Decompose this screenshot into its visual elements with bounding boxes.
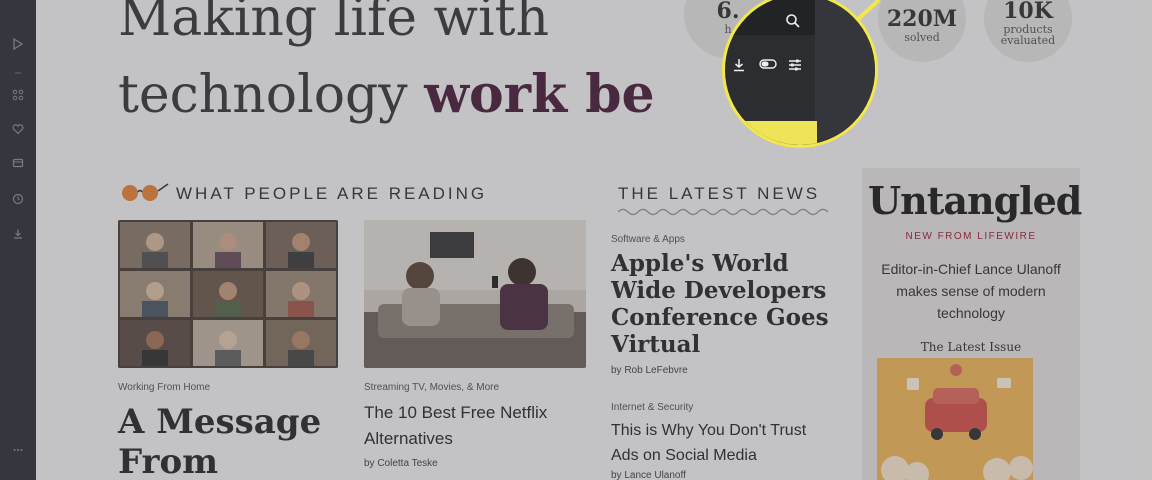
news-1-title-line-4: Virtual: [611, 331, 701, 358]
stat-circle-3: 10K products evaluated: [984, 0, 1072, 62]
grid-icon[interactable]: [12, 89, 24, 101]
wallet-icon[interactable]: [12, 157, 24, 169]
card-2-title[interactable]: The 10 Best Free Netflix Alternatives: [364, 400, 586, 452]
stat-2-label: solved: [904, 31, 940, 44]
divider-icon: [12, 67, 24, 79]
untangled-subtitle: NEW FROM LIFEWIRE: [905, 231, 1037, 242]
stat-3-value: 10K: [1003, 0, 1053, 24]
webpage: Making life with technology work be 6. h…: [36, 0, 1152, 480]
news-section-title: THE LATEST NEWS: [618, 184, 821, 203]
wavy-divider: [618, 208, 829, 216]
stat-circle-2: 220M solved: [878, 0, 966, 62]
stat-2-value: 220M: [886, 6, 958, 32]
magnified-yellow-strip: [725, 121, 817, 145]
card-1-image[interactable]: [118, 220, 338, 368]
play-icon[interactable]: [12, 37, 24, 51]
news-2-title-line-1: This is Why You Don't Trust: [611, 422, 807, 439]
browser-sidebar: [0, 0, 36, 480]
sliders-icon[interactable]: [787, 57, 803, 76]
card-2-image[interactable]: [364, 220, 586, 368]
hero-line-2: technology work be: [118, 64, 655, 125]
download-icon[interactable]: [731, 57, 747, 76]
card-2-byline[interactable]: by Coletta Teske: [364, 458, 438, 469]
download-icon[interactable]: [12, 228, 24, 240]
news-1-title-line-3: Conference Goes: [611, 304, 829, 331]
news-2-title[interactable]: This is Why You Don't Trust Ads on Socia…: [611, 418, 841, 468]
toggle-icon[interactable]: [759, 58, 777, 73]
news-2-kicker[interactable]: Internet & Security: [611, 402, 693, 413]
magnified-toolbar: [725, 0, 815, 35]
hero-line-2-bold: work be: [424, 64, 655, 125]
untangled-logo: Untangled: [868, 178, 1082, 223]
more-icon[interactable]: [12, 444, 24, 456]
magnifier-callout: [722, 0, 878, 148]
news-2-byline[interactable]: by Lance Ulanoff: [611, 470, 686, 480]
news-1-kicker[interactable]: Software & Apps: [611, 234, 685, 245]
search-icon[interactable]: [785, 13, 801, 32]
untangled-latest-issue: The Latest Issue: [920, 340, 1022, 354]
hero-line-1: Making life with: [118, 0, 550, 48]
page: Making life with technology work be 6. h…: [0, 0, 1152, 480]
clock-icon[interactable]: [12, 193, 24, 205]
card-2-kicker[interactable]: Streaming TV, Movies, & More: [364, 382, 499, 393]
glasses-icon: [122, 183, 169, 201]
untangled-cover-image[interactable]: [877, 358, 1033, 480]
stat-3-label: products evaluated: [1000, 23, 1056, 47]
card-1-title[interactable]: A Message From: [118, 402, 338, 480]
heart-icon[interactable]: [12, 123, 24, 135]
untangled-promo[interactable]: Untangled NEW FROM LIFEWIRE Editor-in-Ch…: [862, 168, 1082, 480]
hero-line-2-plain: technology: [118, 65, 425, 125]
reading-section-title: WHAT PEOPLE ARE READING: [176, 184, 488, 203]
news-1-byline[interactable]: by Rob LeFebvre: [611, 365, 688, 376]
magnified-side-panel: [815, 0, 875, 145]
card-1-kicker[interactable]: Working From Home: [118, 382, 210, 393]
news-2-title-line-2: Ads on Social Media: [611, 447, 757, 464]
callout-pointer: [855, 0, 881, 22]
news-1-title[interactable]: Apple's World Wide Developers Conference…: [611, 250, 841, 358]
news-1-title-line-2: Wide Developers: [611, 277, 827, 304]
news-1-title-line-1: Apple's World: [611, 250, 789, 277]
untangled-description: Editor-in-Chief Lance Ulanoff makes sens…: [881, 261, 1061, 321]
